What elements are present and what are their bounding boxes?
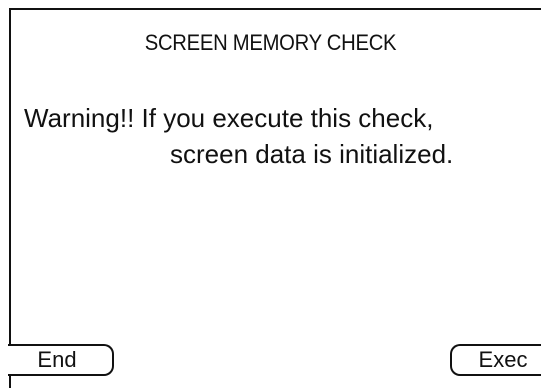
warning-line-1: Warning!! If you execute this check,	[24, 103, 434, 133]
page-title: SCREEN MEMORY CHECK	[144, 30, 397, 55]
exec-button[interactable]: Exec	[450, 344, 541, 376]
screen-frame	[9, 8, 541, 388]
warning-line-2: screen data is initialized.	[170, 139, 454, 169]
end-button[interactable]: End	[8, 344, 114, 376]
warning-message: Warning!! If you execute this check, scr…	[24, 100, 453, 172]
